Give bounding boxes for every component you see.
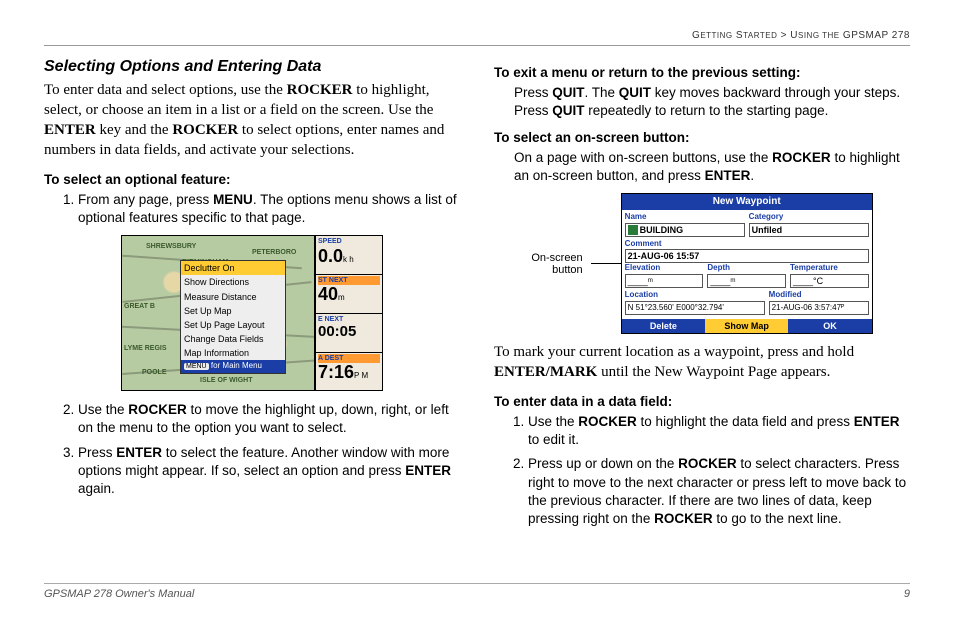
task-select-feature-title: To select an optional feature: xyxy=(44,171,460,189)
step: Use the ROCKER to move the highlight up,… xyxy=(78,401,460,437)
options-menu: Declutter On Show Directions Measure Dis… xyxy=(180,260,286,374)
waypoint-icon xyxy=(628,225,638,235)
task-exit-body: Press QUIT. The QUIT key moves backward … xyxy=(494,84,910,120)
task-enter-data-title: To enter data in a data field: xyxy=(494,393,910,411)
step: Use the ROCKER to highlight the data fie… xyxy=(528,413,910,449)
ok-button[interactable]: OK xyxy=(788,319,871,333)
waypoint-screenshot: New Waypoint NameBUILDING CategoryUnfile… xyxy=(621,193,873,334)
step: Press up or down on the ROCKER to select… xyxy=(528,455,910,528)
task-onscreen-body: On a page with on-screen buttons, use th… xyxy=(494,149,910,185)
temperature-field[interactable]: ____°C xyxy=(790,274,869,288)
menu-item[interactable]: Declutter On xyxy=(181,261,285,275)
intro-paragraph: To enter data and select options, use th… xyxy=(44,80,460,161)
menu-item[interactable]: Change Data Fields xyxy=(181,332,285,346)
section-title: Selecting Options and Entering Data xyxy=(44,56,460,78)
show-map-button[interactable]: Show Map xyxy=(705,319,788,333)
elevation-field[interactable]: ____ᵐ xyxy=(625,274,704,288)
task-onscreen-title: To select an on-screen button: xyxy=(494,129,910,147)
modified-field: 21-AUG-06 3:57:47ᴾ xyxy=(769,301,869,315)
category-field[interactable]: Unfiled xyxy=(749,223,869,237)
menu-item[interactable]: Measure Distance xyxy=(181,290,285,304)
comment-field[interactable]: 21-AUG-06 15:57 xyxy=(625,249,869,263)
map-screenshot: SHREWSBURY BIRMINGHAM PETERBORO GREAT B … xyxy=(121,235,383,391)
menu-hint: MENU for Main Menu xyxy=(181,360,285,373)
menu-item[interactable]: Set Up Map xyxy=(181,304,285,318)
callout-label: On-screenbutton xyxy=(531,252,582,276)
location-field[interactable]: N 51°23.560' E000°32.794' xyxy=(625,301,765,315)
menu-item[interactable]: Map Information xyxy=(181,346,285,360)
menu-item[interactable]: Show Directions xyxy=(181,275,285,289)
step: Press ENTER to select the feature. Anoth… xyxy=(78,444,460,499)
task-exit-title: To exit a menu or return to the previous… xyxy=(494,64,910,82)
depth-field[interactable]: ____ᵐ xyxy=(707,274,786,288)
mark-note: To mark your current location as a waypo… xyxy=(494,342,910,383)
breadcrumb: GETTING STARTED > USING THE GPSMAP 278 xyxy=(44,30,910,46)
dialog-title: New Waypoint xyxy=(622,194,872,210)
menu-item[interactable]: Set Up Page Layout xyxy=(181,318,285,332)
map-data-fields: SPEED0.0k h ST NEXT40m E NEXT00:05 A DES… xyxy=(314,236,382,390)
step: From any page, press MENU. The options m… xyxy=(78,191,460,227)
name-field[interactable]: BUILDING xyxy=(625,223,745,237)
delete-button[interactable]: Delete xyxy=(622,319,705,333)
page-number: 9 xyxy=(904,588,910,600)
footer-title: GPSMAP 278 Owner's Manual xyxy=(44,588,194,600)
